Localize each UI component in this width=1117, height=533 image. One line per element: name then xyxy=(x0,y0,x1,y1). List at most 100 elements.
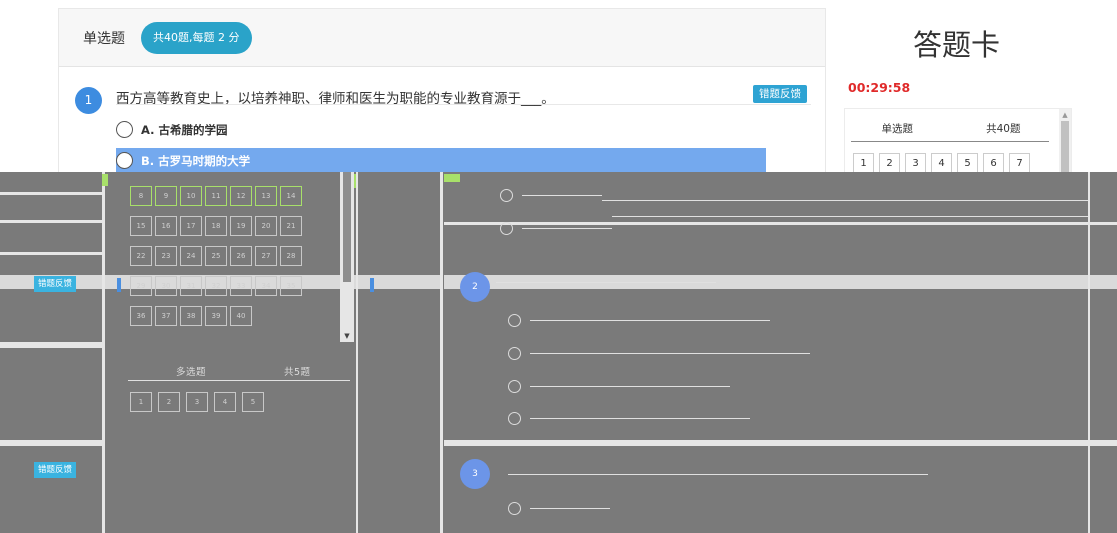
ghost-card-number: 4 xyxy=(214,392,236,412)
glitch-band xyxy=(444,222,1117,225)
ghost-card-number: 10 xyxy=(180,186,202,206)
ghost-card-number: 14 xyxy=(280,186,302,206)
ghost-card-number: 33 xyxy=(230,276,252,296)
ghost-line xyxy=(530,353,810,354)
ghost-card-number: 21 xyxy=(280,216,302,236)
ghost-question-number: 2 xyxy=(460,272,490,302)
ghost-question-number: 3 xyxy=(460,459,490,489)
ghost-radio-icon xyxy=(508,502,521,515)
ghost-line xyxy=(496,282,716,283)
ghost-line xyxy=(522,195,602,196)
answer-card-section-name: 单选题 xyxy=(881,123,914,135)
ghost-card-number: 13 xyxy=(255,186,277,206)
ghost-radio-icon xyxy=(508,412,521,425)
answer-card-scrollbar[interactable]: ▲ xyxy=(1059,109,1071,175)
ghost-card-number: 23 xyxy=(155,246,177,266)
countdown-timer: 00:29:58 xyxy=(848,80,911,95)
glitch-band xyxy=(0,220,102,223)
option-b[interactable]: B. 古罗马时期的大学 xyxy=(116,148,766,173)
ghost-card-number: 16 xyxy=(155,216,177,236)
radio-circle-icon[interactable] xyxy=(116,121,133,138)
ghost-line xyxy=(530,418,750,419)
ghost-card-number: 37 xyxy=(155,306,177,326)
answer-card-section-header: 单选题 共40题 xyxy=(845,121,1057,136)
scroll-up-arrow-icon[interactable]: ▲ xyxy=(1059,109,1071,121)
ghost-divider xyxy=(128,380,350,381)
section-title: 单选题 xyxy=(83,30,125,47)
radio-circle-icon[interactable] xyxy=(116,152,133,169)
answer-card-box: 单选题 共40题 1 2 3 4 5 6 7 ▲ xyxy=(844,108,1072,175)
ghost-card-number: 11 xyxy=(205,186,227,206)
ghost-card-number: 5 xyxy=(242,392,264,412)
ghost-card-number: 32 xyxy=(205,276,227,296)
ghost-radio-icon xyxy=(500,189,513,202)
ghost-card-number: 25 xyxy=(205,246,227,266)
ghost-line xyxy=(530,386,730,387)
question-divider xyxy=(116,104,811,105)
scroll-down-arrow-icon: ▼ xyxy=(344,332,350,340)
ghost-card-number: 19 xyxy=(230,216,252,236)
answer-card-title: 答题卡 xyxy=(913,28,1001,62)
ghost-card-number: 35 xyxy=(280,276,302,296)
ghost-card-number: 1 xyxy=(130,392,152,412)
glitch-band xyxy=(1088,172,1090,533)
glitch-band xyxy=(0,192,102,195)
ghost-card-number: 18 xyxy=(205,216,227,236)
ghost-card-number: 20 xyxy=(255,216,277,236)
ghost-card-number: 15 xyxy=(130,216,152,236)
answer-card-section-count: 共40题 xyxy=(986,123,1021,135)
option-a-label: A. 古希腊的学园 xyxy=(141,122,228,137)
ghost-feedback-button: 错题反馈 xyxy=(34,276,77,292)
ghost-section-name: 多选题 xyxy=(176,367,207,378)
ghost-card-number: 27 xyxy=(255,246,277,266)
glitch-band xyxy=(440,172,443,533)
ghost-radio-icon xyxy=(508,347,521,360)
ghost-radio-icon xyxy=(500,222,513,235)
answer-card-divider xyxy=(851,141,1049,142)
glitch-highlight xyxy=(117,278,121,292)
glitch-highlight xyxy=(444,174,460,182)
ghost-line xyxy=(530,508,610,509)
ghost-card-number: 30 xyxy=(155,276,177,296)
ghost-card-number: 34 xyxy=(255,276,277,296)
ghost-card-number: 28 xyxy=(280,246,302,266)
ghost-card-number: 9 xyxy=(155,186,177,206)
error-feedback-button[interactable]: 错题反馈 xyxy=(753,85,807,103)
ghost-card-number: 29 xyxy=(130,276,152,296)
option-a[interactable]: A. 古希腊的学园 xyxy=(116,117,228,142)
exam-panel: 单选题 共40题,每题 2 分 1 西方高等教育史上，以培养神职、律师和医生为职… xyxy=(58,8,826,178)
option-b-label: B. 古罗马时期的大学 xyxy=(141,153,251,168)
ghost-scrollbar: ▼ xyxy=(340,172,354,342)
rendering-glitch-region: ▼ 8 9 10 11 12 13 14 15 16 17 18 19 20 21 22 23 24 25 26 27… xyxy=(0,172,1117,533)
ghost-section-count: 共5题 xyxy=(284,367,311,378)
glitch-band xyxy=(0,252,102,255)
ghost-card-number: 17 xyxy=(180,216,202,236)
ghost-line xyxy=(522,228,612,229)
ghost-card-number: 36 xyxy=(130,306,152,326)
ghost-card-number: 8 xyxy=(130,186,152,206)
glitch-band xyxy=(444,440,1117,446)
ghost-card-number: 12 xyxy=(230,186,252,206)
glitch-band xyxy=(356,172,358,533)
ghost-card-number: 2 xyxy=(158,392,180,412)
ghost-radio-icon xyxy=(508,380,521,393)
ghost-card-number: 22 xyxy=(130,246,152,266)
section-header: 单选题 共40题,每题 2 分 xyxy=(59,9,825,67)
section-badge: 共40题,每题 2 分 xyxy=(141,21,252,54)
glitch-band xyxy=(0,440,104,446)
ghost-card-number: 26 xyxy=(230,246,252,266)
ghost-card-number: 39 xyxy=(205,306,227,326)
glitch-band xyxy=(0,342,104,348)
glitch-highlight xyxy=(370,278,374,292)
ghost-radio-icon xyxy=(508,314,521,327)
ghost-card-number: 31 xyxy=(180,276,202,296)
ghost-card-number: 3 xyxy=(186,392,208,412)
ghost-card-number: 40 xyxy=(230,306,252,326)
ghost-line xyxy=(530,320,770,321)
ghost-line xyxy=(602,200,1088,201)
glitch-highlight xyxy=(102,174,108,186)
ghost-card-number: 38 xyxy=(180,306,202,326)
scrollbar-thumb[interactable] xyxy=(1061,121,1069,173)
ghost-card-number: 24 xyxy=(180,246,202,266)
glitch-band xyxy=(102,172,105,533)
